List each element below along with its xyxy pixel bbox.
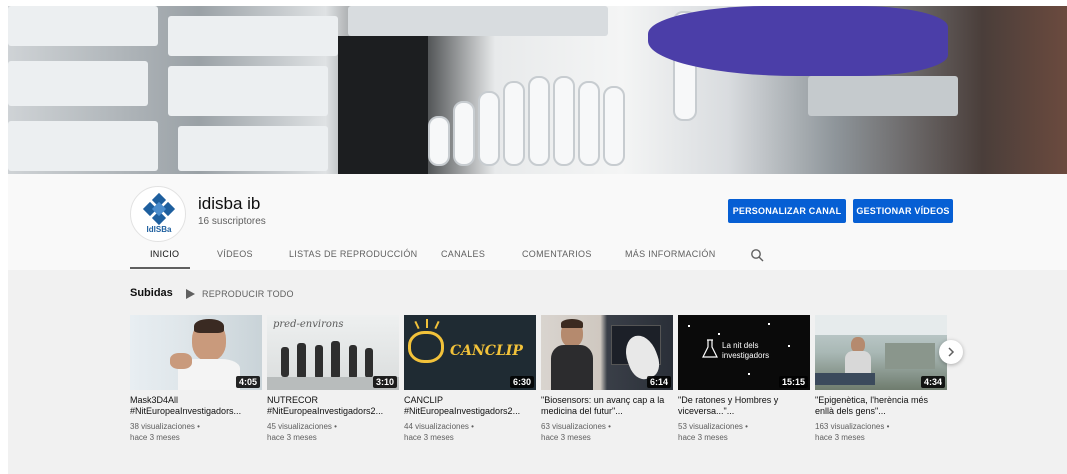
video-thumbnail[interactable]: La nit dels investigadors 15:15 [678, 315, 810, 390]
video-views: 44 visualizaciones • [404, 422, 474, 431]
video-duration: 3:10 [372, 376, 397, 388]
channel-tabs: INICIO VÍDEOS LISTAS DE REPRODUCCIÓN CAN… [130, 249, 830, 271]
section-title[interactable]: Subidas [130, 287, 173, 299]
video-views: 53 visualizaciones • [678, 422, 748, 431]
video-title[interactable]: "Epigenètica, l'herència més enllà dels … [815, 395, 947, 417]
video-views: 63 visualizaciones • [541, 422, 611, 431]
channel-avatar[interactable]: IdISBa [130, 186, 186, 242]
video-duration: 6:30 [509, 376, 534, 388]
manage-videos-button[interactable]: GESTIONAR VÍDEOS [853, 199, 953, 223]
video-item[interactable]: CANCLIP 6:30 CANCLIP #NitEuropeaInvestig… [404, 315, 536, 455]
video-age: hace 3 meses [267, 433, 317, 442]
video-duration: 15:15 [778, 376, 808, 388]
video-shelf: 4:05 Mask3D4All #NitEuropeaInvestigadors… [130, 315, 960, 455]
tab-comments[interactable]: COMENTARIOS [522, 249, 592, 271]
video-thumbnail[interactable]: pred-environs 3:10 [267, 315, 399, 390]
tab-about[interactable]: MÁS INFORMACIÓN [625, 249, 716, 271]
play-all-button[interactable]: REPRODUCIR TODO [186, 287, 294, 301]
video-title[interactable]: "Biosensors: un avanç cap a la medicina … [541, 395, 673, 417]
tab-channels[interactable]: CANALES [441, 249, 485, 271]
channel-name: idisba ib [198, 194, 261, 213]
video-duration: 4:34 [920, 376, 945, 388]
video-meta: 45 visualizaciones • hace 3 meses [267, 421, 399, 443]
video-age: hace 3 meses [815, 433, 865, 442]
shelf-next-button[interactable] [939, 340, 963, 364]
video-views: 38 visualizaciones • [130, 422, 200, 431]
channel-banner [8, 6, 1067, 174]
thumbnail-text: La nit dels investigadors [722, 341, 770, 360]
video-duration: 6:14 [646, 376, 671, 388]
video-meta: 38 visualizaciones • hace 3 meses [130, 421, 262, 443]
video-meta: 53 visualizaciones • hace 3 meses [678, 421, 810, 443]
video-age: hace 3 meses [541, 433, 591, 442]
video-title[interactable]: "De ratones y Hombres y viceversa..."... [678, 395, 810, 417]
video-title[interactable]: Mask3D4All #NitEuropeaInvestigadors... [130, 395, 262, 417]
customize-channel-button[interactable]: PERSONALIZAR CANAL [728, 199, 846, 223]
video-views: 45 visualizaciones • [267, 422, 337, 431]
chevron-right-icon [948, 347, 955, 357]
play-icon [186, 289, 195, 299]
search-icon[interactable] [750, 248, 764, 262]
video-age: hace 3 meses [130, 433, 180, 442]
play-all-label: REPRODUCIR TODO [202, 289, 294, 299]
thumbnail-text: pred-environs [273, 319, 344, 330]
video-item[interactable]: La nit dels investigadors 15:15 "De rato… [678, 315, 810, 455]
video-age: hace 3 meses [678, 433, 728, 442]
video-meta: 163 visualizaciones • hace 3 meses [815, 421, 947, 443]
youtube-channel-page: IdISBa idisba ib 16 suscriptores PERSONA… [0, 0, 1067, 474]
video-thumbnail[interactable]: 6:14 [541, 315, 673, 390]
video-item[interactable]: 6:14 "Biosensors: un avanç cap a la medi… [541, 315, 673, 455]
tab-playlists[interactable]: LISTAS DE REPRODUCCIÓN [289, 249, 417, 271]
active-tab-indicator [130, 267, 190, 269]
video-title[interactable]: CANCLIP #NitEuropeaInvestigadors2... [404, 395, 536, 417]
video-item[interactable]: pred-environs 3:10 NUTRECOR #NitEuropeaI… [267, 315, 399, 455]
video-thumbnail[interactable]: 4:05 [130, 315, 262, 390]
video-age: hace 3 meses [404, 433, 454, 442]
flask-icon [702, 339, 718, 358]
video-thumbnail[interactable]: 4:34 [815, 315, 947, 390]
channel-header: IdISBa idisba ib 16 suscriptores PERSONA… [8, 174, 1067, 270]
avatar-logo-text: IdISBa [146, 225, 172, 234]
video-meta: 44 visualizaciones • hace 3 meses [404, 421, 536, 443]
video-meta: 63 visualizaciones • hace 3 meses [541, 421, 673, 443]
video-item[interactable]: 4:05 Mask3D4All #NitEuropeaInvestigadors… [130, 315, 262, 455]
subscriber-count: 16 suscriptores [198, 216, 266, 227]
video-thumbnail[interactable]: CANCLIP 6:30 [404, 315, 536, 390]
video-item[interactable]: 4:34 "Epigenètica, l'herència més enllà … [815, 315, 947, 455]
video-title[interactable]: NUTRECOR #NitEuropeaInvestigadors2... [267, 395, 399, 417]
uploads-section: Subidas REPRODUCIR TODO 4:05 Mask3D4All … [8, 270, 1067, 474]
video-views: 163 visualizaciones • [815, 422, 890, 431]
video-duration: 4:05 [235, 376, 260, 388]
tab-videos[interactable]: VÍDEOS [217, 249, 253, 271]
thumbnail-text: CANCLIP [450, 343, 523, 359]
